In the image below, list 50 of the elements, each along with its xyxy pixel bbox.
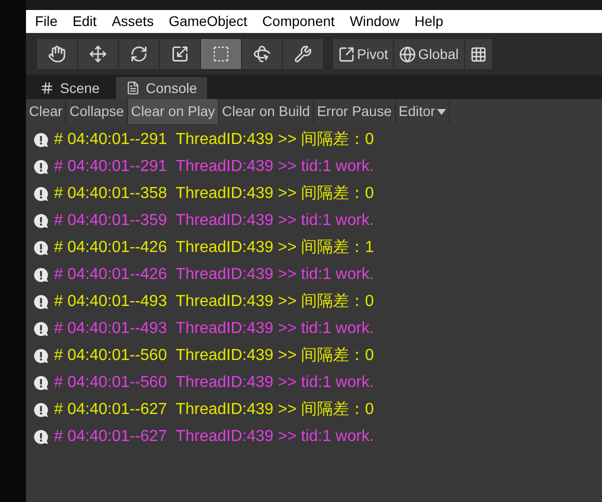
console-toolbar-button[interactable]: Clear on Play [128, 99, 219, 124]
pivot-button[interactable]: Pivot [333, 39, 394, 69]
panel-tab[interactable]: Console [116, 77, 208, 99]
move-icon [89, 45, 107, 63]
pivot-icon [338, 46, 355, 62]
menu-item[interactable]: Edit [72, 11, 97, 32]
menu-item[interactable]: Help [414, 11, 444, 32]
log-message[interactable]: # 04:40:01--493 ThreadID:439 >> 间隔差：0 [54, 290, 374, 314]
tool-button[interactable] [119, 39, 159, 69]
tool-button[interactable] [283, 39, 323, 69]
log-message-icon [33, 186, 49, 202]
hash-icon [40, 81, 54, 95]
log-message-icon [33, 428, 49, 444]
menu-item[interactable]: Component [262, 11, 335, 32]
log-message[interactable]: # 04:40:01--358 ThreadID:439 >> 间隔差：0 [54, 182, 374, 206]
log-message-icon [33, 402, 49, 418]
tool-button[interactable] [37, 39, 77, 69]
hand-icon [48, 45, 66, 63]
transform-icon [253, 45, 271, 63]
log-message[interactable]: # 04:40:01--426 ThreadID:439 >> 间隔差：1 [54, 236, 374, 260]
rect-tool-icon [212, 45, 230, 63]
menu-item[interactable]: Window [350, 11, 400, 32]
scale-icon [171, 45, 189, 63]
tool-button[interactable] [78, 39, 118, 69]
log-message-icon [33, 212, 49, 228]
globe-icon [399, 46, 416, 62]
menu-item[interactable]: Assets [112, 11, 154, 32]
console-icon [126, 81, 140, 95]
global-button[interactable]: Global [394, 39, 464, 69]
wrench-icon [294, 45, 312, 63]
log-message-icon [33, 374, 49, 390]
panel-tab[interactable]: Scene [32, 77, 108, 99]
log-message-icon [33, 348, 49, 364]
log-message-icon [33, 266, 49, 282]
tool-button[interactable] [242, 39, 282, 69]
log-message[interactable]: # 04:40:01--291 ThreadID:439 >> 间隔差：0 [54, 128, 374, 152]
snap-button[interactable] [464, 39, 492, 69]
rotate-icon [130, 45, 148, 63]
log-message-icon [33, 320, 49, 336]
log-message[interactable]: # 04:40:01--627 ThreadID:439 >> 间隔差：0 [54, 398, 374, 422]
menu-item[interactable]: GameObject [168, 11, 248, 32]
log-message-icon [33, 132, 49, 148]
tool-button[interactable] [201, 39, 241, 69]
grid-snap-icon [470, 46, 487, 62]
tool-button[interactable] [160, 39, 200, 69]
log-message-icon [33, 158, 49, 174]
menu-item[interactable]: File [35, 11, 58, 32]
log-message[interactable]: # 04:40:01--560 ThreadID:439 >> 间隔差：0 [54, 344, 374, 368]
log-message-icon [33, 294, 49, 310]
log-message-icon [33, 240, 49, 256]
